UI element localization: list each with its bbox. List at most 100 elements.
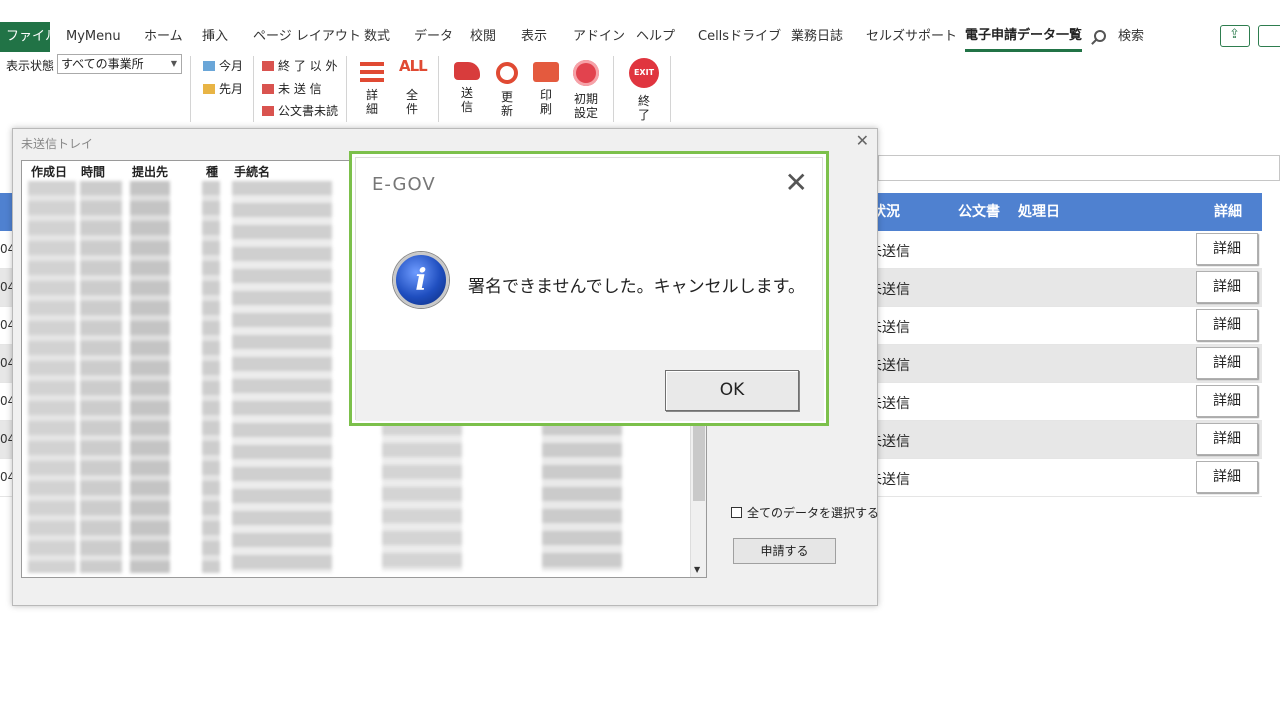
- status-filter-select[interactable]: すべての事業所 ▼: [57, 54, 182, 74]
- comment-button[interactable]: [1258, 25, 1280, 47]
- header-detail: 詳細: [1214, 204, 1242, 220]
- redacted-column: [28, 181, 76, 573]
- tab-formulas[interactable]: 数式: [364, 22, 390, 52]
- row-detail-button[interactable]: 詳細: [1196, 461, 1258, 493]
- ribbon-separator: [346, 56, 347, 122]
- print-ribbon-label-1: 印: [539, 88, 552, 102]
- exit-icon: EXIT: [629, 58, 659, 88]
- printer-icon: [533, 62, 559, 82]
- last-month-button[interactable]: 先月: [203, 80, 243, 97]
- tab-review[interactable]: 校閲: [470, 22, 496, 52]
- formula-bar[interactable]: [878, 155, 1280, 181]
- search-icon[interactable]: [1094, 30, 1106, 42]
- tab-file[interactable]: ファイル: [0, 22, 58, 52]
- print-ribbon-button[interactable]: 印 刷: [529, 62, 563, 116]
- header-processed-date: 処理日: [1018, 204, 1060, 220]
- col-created: 作成日: [31, 165, 68, 179]
- message-text: 署名できませんでした。キャンセルします。: [468, 277, 805, 297]
- initial-settings-label-1: 初期: [573, 92, 598, 106]
- gear-icon: [573, 60, 599, 86]
- close-icon[interactable]: ✕: [785, 166, 808, 199]
- message-dialog-title: E-GOV: [372, 174, 436, 195]
- redacted-column: [80, 181, 122, 573]
- document-icon: [262, 106, 274, 116]
- message-dialog-body: E-GOV ✕ i 署名できませんでした。キャンセルします。 OK: [355, 157, 824, 421]
- refresh-ribbon-button[interactable]: 更 新: [490, 62, 524, 118]
- exit-ribbon-label-2: 了: [637, 108, 650, 122]
- tab-work-log[interactable]: 業務日誌: [791, 22, 843, 52]
- ribbon-separator: [190, 56, 191, 122]
- row-detail-button[interactable]: 詳細: [1196, 271, 1258, 303]
- send-ribbon-label-2: 信: [460, 100, 473, 114]
- ok-button[interactable]: OK: [665, 370, 799, 411]
- initial-settings-label-2: 設定: [573, 106, 598, 120]
- tab-home[interactable]: ホーム: [144, 22, 183, 52]
- row-detail-button[interactable]: 詳細: [1196, 423, 1258, 455]
- detail-ribbon-label-1: 詳: [365, 88, 378, 102]
- redacted-column: [202, 181, 220, 573]
- refresh-icon: [496, 62, 518, 84]
- all-ribbon-label-2: 件: [405, 102, 418, 116]
- redacted-column: [382, 421, 462, 571]
- calendar-icon: [203, 61, 215, 71]
- col-kind: 種: [206, 165, 219, 179]
- ribbon-tab-bar: ファイル MyMenu ホーム 挿入 ページ レイアウト 数式 データ 校閲 表…: [0, 22, 1280, 52]
- detail-ribbon-label-2: 細: [365, 102, 378, 116]
- tab-cells-support[interactable]: セルズサポート: [866, 22, 957, 52]
- row-detail-button[interactable]: 詳細: [1196, 309, 1258, 341]
- close-icon[interactable]: ✕: [856, 131, 869, 150]
- share-button[interactable]: [1220, 25, 1250, 47]
- except-done-button[interactable]: 終 了 以 外: [262, 57, 337, 74]
- chevron-down-icon: ▼: [170, 59, 177, 68]
- unread-official-button[interactable]: 公文書未読: [262, 102, 338, 119]
- this-month-button[interactable]: 今月: [203, 57, 243, 74]
- ribbon-separator: [253, 56, 254, 122]
- tab-search[interactable]: 検索: [1118, 22, 1144, 52]
- info-icon: i: [393, 252, 449, 308]
- tab-cells-drive[interactable]: Cellsドライブ: [698, 22, 781, 52]
- redacted-column: [542, 421, 622, 571]
- unread-official-label: 公文書未読: [278, 104, 339, 118]
- calendar-icon: [203, 84, 215, 94]
- initial-settings-ribbon-button[interactable]: 初期 設定: [569, 60, 603, 120]
- unsent-filter-button[interactable]: 未 送 信: [262, 80, 322, 97]
- list-icon: [360, 62, 384, 82]
- all-ribbon-button[interactable]: ALL 全 件: [395, 58, 429, 116]
- header-official-doc: 公文書: [958, 204, 1000, 220]
- this-month-label: 今月: [219, 59, 244, 73]
- tab-page-layout[interactable]: ページ レイアウト: [253, 22, 361, 52]
- send-ribbon-label-1: 送: [460, 86, 473, 100]
- tab-mymenu[interactable]: MyMenu: [66, 22, 121, 52]
- except-done-label: 終 了 以 外: [278, 59, 338, 73]
- exit-ribbon-button[interactable]: EXIT 終 了: [627, 58, 661, 122]
- egov-message-dialog: E-GOV ✕ i 署名できませんでした。キャンセルします。 OK: [349, 151, 829, 426]
- redacted-column: [130, 181, 170, 573]
- unsent-filter-label: 未 送 信: [278, 82, 322, 96]
- tab-e-application-list[interactable]: 電子申請データ一覧: [965, 22, 1083, 52]
- tab-help[interactable]: ヘルプ: [636, 22, 675, 52]
- all-ribbon-label-1: 全: [405, 88, 418, 102]
- row-detail-button[interactable]: 詳細: [1196, 347, 1258, 379]
- unsent-tray-title: 未送信トレイ: [21, 137, 94, 151]
- all-icon: ALL: [399, 57, 428, 75]
- ribbon-separator: [613, 56, 614, 122]
- tab-insert[interactable]: 挿入: [202, 22, 228, 52]
- chevron-down-icon[interactable]: ▼: [694, 565, 700, 574]
- tab-view[interactable]: 表示: [521, 22, 547, 52]
- row-detail-button[interactable]: 詳細: [1196, 385, 1258, 417]
- select-all-checkbox[interactable]: 全てのデータを選択する: [731, 504, 879, 521]
- filter-icon: [262, 61, 274, 71]
- checkbox-icon[interactable]: [731, 507, 742, 518]
- row-detail-button[interactable]: 詳細: [1196, 233, 1258, 265]
- submit-application-button[interactable]: 申請する: [733, 538, 836, 564]
- refresh-ribbon-label-1: 更: [500, 90, 513, 104]
- col-procedure: 手続名: [234, 165, 271, 179]
- exit-ribbon-label-1: 終: [637, 94, 650, 108]
- redacted-column: [232, 181, 332, 573]
- message-dialog-footer: OK: [356, 350, 824, 421]
- ribbon-separator: [438, 56, 439, 122]
- tab-data[interactable]: データ: [414, 22, 453, 52]
- detail-ribbon-button[interactable]: 詳 細: [355, 62, 389, 116]
- tab-addins[interactable]: アドイン: [573, 22, 625, 52]
- send-ribbon-button[interactable]: 送 信: [450, 62, 484, 114]
